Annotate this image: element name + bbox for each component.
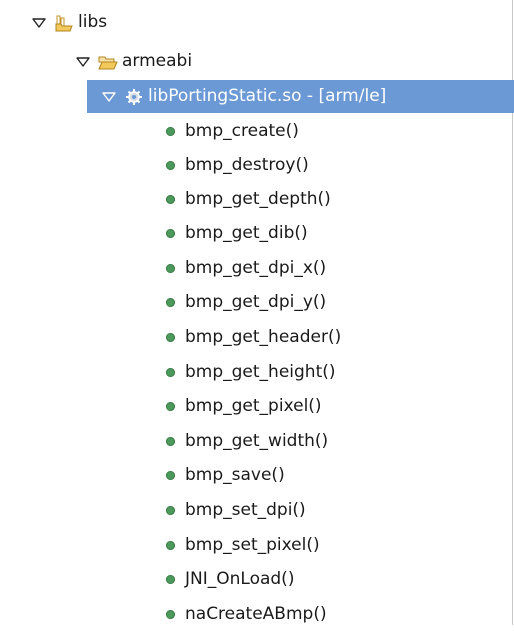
function-item[interactable]: bmp_get_dib()	[0, 217, 512, 250]
function-item[interactable]: JNI_OnLoad()	[0, 563, 512, 596]
function-dot-icon	[166, 506, 175, 515]
function-dot-icon	[166, 610, 175, 619]
binary-gear-icon	[124, 87, 144, 107]
function-item[interactable]: bmp_save()	[0, 459, 512, 492]
function-item[interactable]: bmp_get_pixel()	[0, 390, 512, 423]
function-item[interactable]: bmp_destroy()	[0, 149, 512, 182]
project-explorer-panel: libs armeabi libPortingStatic.so - [arm/…	[0, 0, 514, 625]
function-item[interactable]: bmp_get_dpi_y()	[0, 286, 512, 319]
function-label: bmp_create()	[185, 121, 299, 141]
library-folder-icon	[54, 13, 74, 33]
function-item[interactable]: bmp_set_pixel()	[0, 529, 512, 562]
function-label: bmp_get_height()	[185, 362, 336, 382]
function-label: bmp_get_depth()	[185, 189, 331, 209]
function-item[interactable]: bmp_get_height()	[0, 356, 512, 389]
function-label: bmp_save()	[185, 465, 285, 485]
function-item[interactable]: bmp_get_dpi_x()	[0, 252, 512, 285]
function-dot-icon	[166, 575, 175, 584]
function-label: bmp_destroy()	[185, 155, 309, 175]
function-dot-icon	[166, 368, 175, 377]
function-item[interactable]: bmp_get_width()	[0, 425, 512, 458]
expand-toggle-icon[interactable]	[74, 53, 92, 71]
function-label: JNI_OnLoad()	[185, 569, 295, 589]
function-label: bmp_set_pixel()	[185, 535, 320, 555]
tree-item-label: libs	[78, 12, 108, 32]
function-dot-icon	[166, 195, 175, 204]
function-item[interactable]: bmp_get_depth()	[0, 183, 512, 216]
expand-toggle-icon[interactable]	[100, 88, 118, 106]
function-item[interactable]: bmp_get_header()	[0, 321, 512, 354]
function-label: bmp_get_dpi_y()	[185, 292, 327, 312]
function-dot-icon	[166, 229, 175, 238]
expand-toggle-icon[interactable]	[30, 14, 48, 32]
function-item[interactable]: bmp_set_dpi()	[0, 494, 512, 527]
tree-item-label: armeabi	[122, 51, 193, 71]
function-dot-icon	[166, 264, 175, 273]
function-label: bmp_get_pixel()	[185, 396, 322, 416]
tree-item-libportingstatic[interactable]: libPortingStatic.so - [arm/le]	[87, 80, 514, 113]
tree-item-armeabi[interactable]: armeabi	[0, 45, 512, 78]
folder-open-icon	[98, 52, 118, 72]
function-dot-icon	[166, 471, 175, 480]
function-dot-icon	[166, 298, 175, 307]
function-dot-icon	[166, 541, 175, 550]
tree-item-label: libPortingStatic.so - [arm/le]	[148, 86, 387, 106]
function-label: naCreateABmp()	[185, 604, 327, 624]
function-dot-icon	[166, 437, 175, 446]
tree-item-libs[interactable]: libs	[0, 6, 512, 39]
function-item[interactable]: naCreateABmp()	[0, 598, 512, 631]
function-item[interactable]: bmp_create()	[0, 115, 512, 148]
function-label: bmp_get_header()	[185, 327, 342, 347]
function-label: bmp_get_dib()	[185, 223, 308, 243]
function-dot-icon	[166, 161, 175, 170]
function-label: bmp_get_width()	[185, 431, 329, 451]
function-dot-icon	[166, 127, 175, 136]
function-label: bmp_get_dpi_x()	[185, 258, 327, 278]
function-dot-icon	[166, 402, 175, 411]
function-dot-icon	[166, 333, 175, 342]
function-label: bmp_set_dpi()	[185, 500, 306, 520]
